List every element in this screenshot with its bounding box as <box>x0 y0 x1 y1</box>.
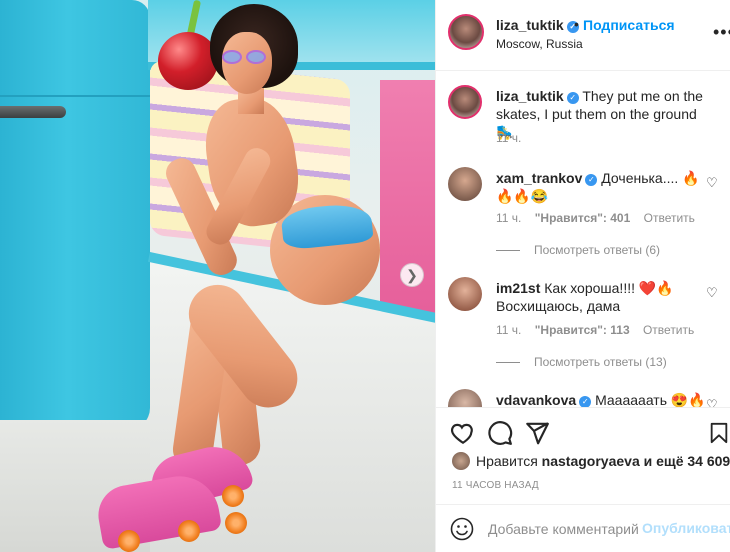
emoji-icon[interactable] <box>450 517 474 541</box>
location-link[interactable]: Moscow, Russia <box>496 37 583 51</box>
commenter-avatar[interactable] <box>448 389 482 407</box>
comment-body: Маааааать 😍🔥 <box>595 392 706 407</box>
post-timestamp[interactable]: 11 ЧАСОВ НАЗАД <box>452 480 539 491</box>
comment-meta: 11 ч. "Нравится": 113 Ответить <box>496 323 704 337</box>
comment-heart-icon[interactable]: ♡ <box>706 175 718 191</box>
share-icon[interactable] <box>524 420 550 446</box>
liker-avatar[interactable] <box>452 452 470 470</box>
post-header: liza_tuktik ✓ • Подписаться Moscow, Russi… <box>436 0 730 71</box>
comment-likes[interactable]: "Нравится": 401 <box>535 211 631 225</box>
comment-text: xam_trankov ✓ Доченька.... 🔥🔥🔥😂 <box>496 169 706 205</box>
follow-button[interactable]: Подписаться <box>583 17 675 33</box>
skate-wheel <box>118 530 140 552</box>
likes-count[interactable]: и ещё 34 609 <box>644 453 730 469</box>
liker-username[interactable]: nastagoryaeva <box>542 453 640 469</box>
author-username-link[interactable]: liza_tuktik ✓ <box>496 17 579 33</box>
separator-dot: • <box>574 16 579 32</box>
comment-username[interactable]: xam_trankov <box>496 170 582 186</box>
skate-wheel <box>222 485 244 507</box>
post-side-panel: liza_tuktik ✓ • Подписаться Moscow, Russi… <box>435 0 730 552</box>
post-media[interactable]: ❯ <box>0 0 435 552</box>
heart-icon[interactable] <box>450 420 476 446</box>
comment-text: im21st Как хороша!!!! ❤️🔥 Восхищаюсь, да… <box>496 279 706 315</box>
add-comment-bar: Опубликовать <box>436 504 730 552</box>
comment-heart-icon[interactable]: ♡ <box>706 285 718 301</box>
skate-wheel <box>178 520 200 542</box>
verified-icon: ✓ <box>585 174 598 186</box>
next-image-button[interactable]: ❯ <box>400 263 424 287</box>
skate-wheel <box>225 512 247 534</box>
more-icon[interactable]: ••• <box>713 22 730 43</box>
likes-prefix: Нравится <box>476 453 538 469</box>
replies-divider <box>496 250 520 252</box>
view-replies-label: Посмотреть ответы (13) <box>534 355 667 369</box>
next-arrow-icon: ❯ <box>406 266 418 283</box>
sunglasses-lens <box>222 50 242 64</box>
fridge-image-part <box>0 0 150 430</box>
comment-likes[interactable]: "Нравится": 113 <box>535 323 630 337</box>
author-avatar[interactable] <box>448 85 482 119</box>
comment-text: vdavankova ✓ Маааааать 😍🔥 <box>496 391 706 407</box>
comment-icon[interactable] <box>487 420 513 446</box>
view-replies-label: Посмотреть ответы (6) <box>534 243 661 257</box>
fridge-handle <box>0 106 66 118</box>
verified-icon: ✓ <box>579 396 592 407</box>
author-avatar[interactable] <box>448 14 484 50</box>
cherry-prop <box>158 32 218 90</box>
view-replies-button[interactable]: Посмотреть ответы (13) <box>496 355 667 369</box>
comment-time[interactable]: 11 ч. <box>496 323 521 337</box>
comments-list[interactable]: liza_tuktik ✓ They put me on the skates, … <box>436 71 730 407</box>
publish-button[interactable]: Опубликовать <box>642 520 730 536</box>
caption-username[interactable]: liza_tuktik <box>496 88 564 104</box>
replies-divider <box>496 362 520 364</box>
reply-button[interactable]: Ответить <box>643 323 694 337</box>
view-replies-button[interactable]: Посмотреть ответы (6) <box>496 243 660 257</box>
likes-summary: Нравится nastagoryaeva и ещё 34 609 <box>452 452 730 470</box>
comment-username[interactable]: im21st <box>496 280 540 296</box>
commenter-avatar[interactable] <box>448 167 482 201</box>
pink-wall <box>380 80 435 340</box>
comment-username[interactable]: vdavankova <box>496 392 576 407</box>
comment-heart-icon[interactable]: ♡ <box>706 397 718 407</box>
bookmark-icon[interactable] <box>708 420 730 446</box>
fridge-seam <box>0 95 150 97</box>
comment-input[interactable] <box>488 519 640 539</box>
post-actions <box>436 407 730 453</box>
comment-time[interactable]: 11 ч. <box>496 211 521 225</box>
caption-meta: 11 ч. <box>496 131 531 145</box>
verified-icon: ✓ <box>566 92 579 104</box>
commenter-avatar[interactable] <box>448 277 482 311</box>
comment-meta: 11 ч. "Нравится": 401 Ответить <box>496 211 705 225</box>
caption-time[interactable]: 11 ч. <box>496 131 521 145</box>
reply-button[interactable]: Ответить <box>644 211 695 225</box>
sunglasses-lens <box>246 50 266 64</box>
author-username[interactable]: liza_tuktik <box>496 17 564 33</box>
